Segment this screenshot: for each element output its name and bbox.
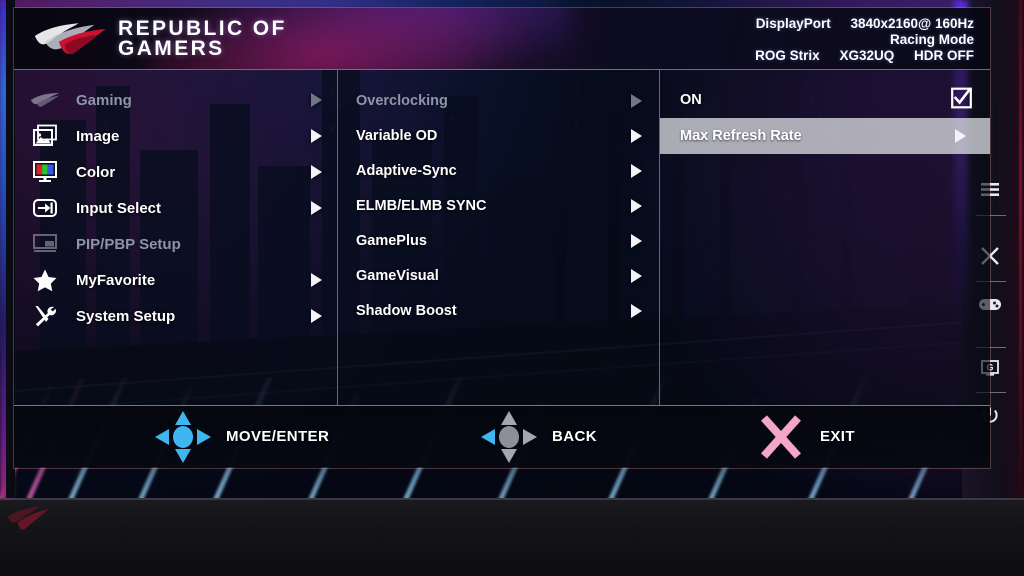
- color-bars-icon: [28, 159, 62, 185]
- bezel-rog-logo-icon: [7, 506, 49, 530]
- chevron-right-icon: [631, 93, 642, 108]
- monitor-bottom-bezel: [0, 498, 1024, 576]
- submenu-item-shadow-boost[interactable]: Shadow Boost: [338, 293, 659, 328]
- osd-body: Gaming Image Color Input Select PIP/PBP …: [14, 70, 990, 405]
- submenu-item-elmb-elmb-sync[interactable]: ELMB/ELMB SYNC: [338, 188, 659, 223]
- status-hdr: HDR OFF: [914, 48, 974, 63]
- sidebar-item-label: MyFavorite: [76, 271, 156, 289]
- footer-action-label: EXIT: [820, 428, 855, 445]
- status-row-2: Racing Mode: [755, 32, 974, 48]
- footer-action-exit[interactable]: EXIT: [756, 412, 855, 462]
- sidebar-item-label: Input Select: [76, 199, 162, 217]
- submenu-item-label: Adaptive-Sync: [356, 162, 457, 179]
- footer-action-move-enter[interactable]: MOVE/ENTER: [154, 410, 329, 464]
- option-item-max-refresh-rate[interactable]: Max Refresh Rate: [660, 118, 990, 154]
- chevron-right-icon: [311, 273, 322, 287]
- submenu-item-adaptive-sync[interactable]: Adaptive-Sync: [338, 153, 659, 188]
- rog-eye-icon: [28, 87, 62, 113]
- status-mode: Racing Mode: [889, 32, 974, 47]
- submenu-item-gameplus[interactable]: GamePlus: [338, 223, 659, 258]
- sidebar-item-label: PIP/PBP Setup: [76, 235, 181, 253]
- submenu-item-variable-od[interactable]: Variable OD: [338, 118, 659, 153]
- sidebar-item-color[interactable]: Color: [14, 154, 337, 190]
- chevron-right-icon: [311, 93, 322, 107]
- osd-options-panel: ON Max Refresh Rate: [660, 70, 990, 405]
- submenu-item-label: ELMB/ELMB SYNC: [356, 197, 487, 214]
- status-row-1: DisplayPort 3840x2160@ 160Hz: [755, 16, 974, 32]
- brand-line-2: GAMERS: [118, 37, 225, 60]
- osd-sidebar: Gaming Image Color Input Select PIP/PBP …: [14, 70, 337, 405]
- sidebar-item-gaming[interactable]: Gaming: [14, 82, 337, 118]
- sidebar-item-pip-pbp-setup[interactable]: PIP/PBP Setup: [14, 226, 337, 262]
- footer-action-label: BACK: [552, 428, 597, 445]
- chevron-right-icon: [311, 165, 322, 179]
- option-item-on[interactable]: ON: [660, 82, 990, 118]
- osd-submenu: Overclocking Variable OD Adaptive-Sync E…: [337, 70, 660, 405]
- option-item-label: ON: [680, 92, 702, 108]
- submenu-item-label: GameVisual: [356, 267, 439, 284]
- submenu-item-label: Overclocking: [356, 92, 448, 109]
- pip-pbp-icon: [28, 231, 62, 257]
- status-source: DisplayPort: [755, 16, 831, 31]
- option-item-label: Max Refresh Rate: [680, 128, 802, 144]
- close-x-icon: [761, 414, 801, 459]
- sidebar-item-image[interactable]: Image: [14, 118, 337, 154]
- chevron-right-icon: [631, 163, 642, 178]
- monitor-screen: G REPUBLIC OF GAMERS DisplayPort 3840x21…: [0, 0, 1024, 576]
- sidebar-item-label: System Setup: [76, 307, 176, 325]
- status-model: XG32UQ: [839, 48, 895, 63]
- chevron-right-icon: [631, 198, 642, 213]
- joystick-4way-blue-icon: [155, 410, 211, 463]
- chevron-right-icon: [311, 129, 322, 143]
- chevron-right-icon: [631, 128, 642, 143]
- submenu-item-label: Shadow Boost: [356, 302, 457, 319]
- bezel-red-trim: [1019, 0, 1022, 498]
- chevron-right-icon: [631, 303, 642, 318]
- brand-wordmark: REPUBLIC OF GAMERS: [118, 17, 287, 60]
- chevron-right-icon: [311, 201, 322, 215]
- input-arrow-icon: [28, 195, 62, 221]
- chevron-right-icon: [631, 233, 642, 248]
- status-info-panel: DisplayPort 3840x2160@ 160Hz Racing Mode…: [755, 16, 974, 64]
- image-icon: [28, 123, 62, 149]
- sidebar-item-label: Image: [76, 127, 120, 145]
- osd-menu-window: REPUBLIC OF GAMERS DisplayPort 3840x2160…: [14, 8, 990, 468]
- chevron-right-icon: [955, 129, 966, 143]
- status-resolution: 3840x2160@ 160Hz: [850, 16, 974, 31]
- chevron-right-icon: [311, 309, 322, 323]
- rog-logo-icon: [34, 23, 106, 55]
- sidebar-item-input-select[interactable]: Input Select: [14, 190, 337, 226]
- footer-action-back[interactable]: BACK: [480, 410, 597, 464]
- osd-header: REPUBLIC OF GAMERS DisplayPort 3840x2160…: [14, 8, 990, 70]
- checkbox-checked-icon[interactable]: [951, 87, 972, 113]
- submenu-item-overclocking[interactable]: Overclocking: [338, 83, 659, 118]
- chevron-right-icon: [631, 268, 642, 283]
- joystick-4way-gray-icon: [481, 410, 537, 463]
- submenu-item-gamevisual[interactable]: GameVisual: [338, 258, 659, 293]
- submenu-item-label: Variable OD: [356, 127, 438, 144]
- status-model-series: ROG Strix: [755, 48, 820, 63]
- sidebar-item-system-setup[interactable]: System Setup: [14, 298, 337, 334]
- status-row-3: ROG Strix XG32UQ HDR OFF: [755, 48, 974, 64]
- star-icon: [28, 267, 62, 293]
- sidebar-item-myfavorite[interactable]: MyFavorite: [14, 262, 337, 298]
- bezel-highlight-edge: [0, 498, 1024, 500]
- footer-action-label: MOVE/ENTER: [226, 428, 330, 445]
- sidebar-item-label: Color: [76, 163, 116, 181]
- osd-footer: MOVE/ENTER BACK EXIT: [14, 405, 990, 467]
- brand-line-1: REPUBLIC OF: [118, 17, 287, 40]
- tools-icon: [28, 303, 62, 329]
- sidebar-item-label: Gaming: [76, 91, 132, 109]
- submenu-item-label: GamePlus: [356, 232, 427, 249]
